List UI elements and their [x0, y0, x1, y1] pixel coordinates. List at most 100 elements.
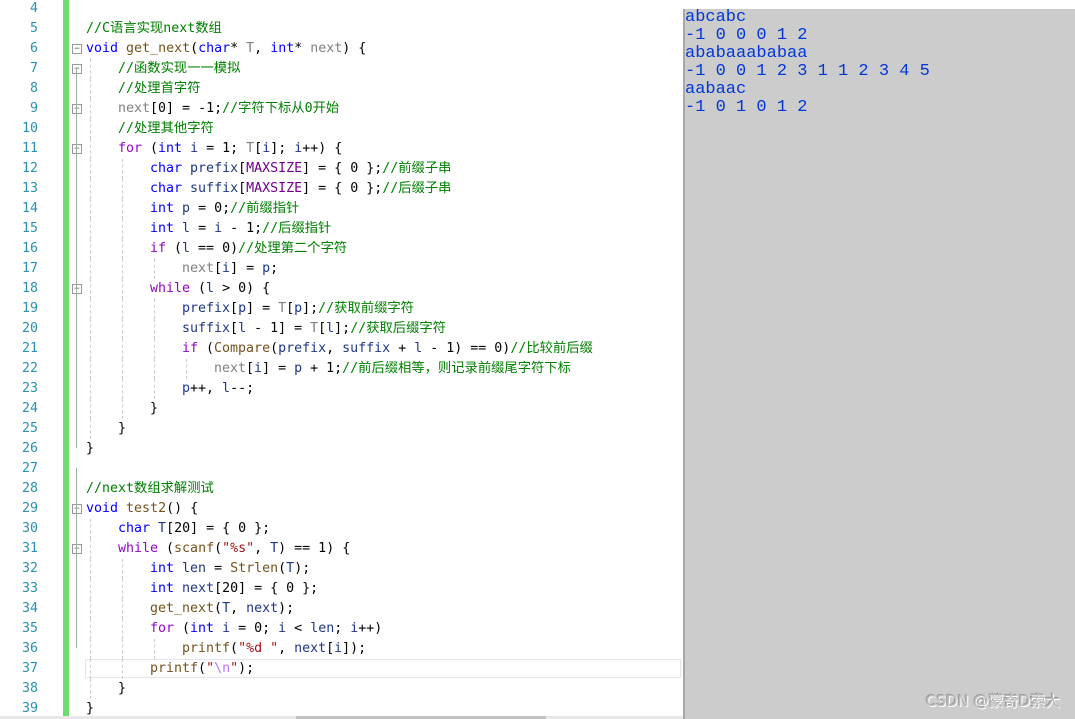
code-token: } [118, 421, 127, 436]
code-editor[interactable]: 4 5//C语言实现next数组 6− void get_next(char* T, … [0, 0, 683, 719]
code-token: get_next [126, 41, 191, 56]
code-token: i [278, 621, 287, 636]
indent-guide [122, 399, 123, 419]
code-line[interactable]: int l = i - 1;//后缀指针 [150, 219, 331, 239]
code-token: - 1) == 0) [422, 341, 511, 356]
code-line[interactable]: if (Compare(prefix, suffix + l - 1) == 0… [182, 339, 593, 359]
code-line[interactable]: for (int i = 0; i < len; i++) [150, 619, 382, 639]
code-token: next [246, 601, 279, 616]
collapse-toggle-icon[interactable]: − [72, 284, 82, 294]
code-token: > 0) { [214, 281, 271, 296]
code-line[interactable]: } [118, 419, 126, 439]
code-token: [ [326, 641, 335, 656]
code-line[interactable]: //C语言实现next数组 [86, 19, 222, 39]
code-line[interactable]: if (l == 0)//处理第二个字符 [150, 239, 347, 259]
code-line[interactable]: } [150, 399, 158, 419]
code-line[interactable]: int next[20] = { 0 }; [150, 579, 318, 599]
code-token: = 1; [198, 141, 247, 156]
code-line[interactable]: char suffix[MAXSIZE] = { 0 };//后缀子串 [150, 179, 451, 199]
collapse-toggle-icon[interactable]: − [72, 544, 82, 554]
line-number: 34 [21, 601, 38, 616]
line-number: 19 [21, 301, 38, 316]
collapse-toggle-icon[interactable]: − [72, 144, 82, 154]
indent-guide [154, 299, 155, 319]
code-token: //获取后缀字符 [350, 321, 446, 336]
line-number: 10 [21, 121, 38, 136]
code-token: l [182, 241, 191, 256]
code-token: //前缀子串 [382, 161, 452, 176]
code-token: [ [318, 321, 327, 336]
collapse-toggle-icon[interactable]: − [72, 504, 82, 514]
indent-guide [122, 559, 123, 579]
code-token: } [86, 701, 95, 716]
code-token: T [246, 141, 255, 156]
code-line[interactable]: int len = Strlen(T); [150, 559, 310, 579]
indent-guide [90, 339, 91, 359]
line-number: 27 [21, 461, 38, 476]
code-token: [ [246, 361, 255, 376]
collapse-toggle-icon[interactable]: − [72, 44, 82, 54]
code-line[interactable]: //next数组求解测试 [86, 479, 214, 499]
line-number: 13 [21, 181, 38, 196]
indent-guide [154, 639, 155, 659]
indent-guide [90, 379, 91, 399]
code-token: () { [166, 501, 199, 516]
code-token: i [222, 621, 231, 636]
indent-guide [122, 219, 123, 239]
code-token: prefix [278, 341, 327, 356]
code-token: i [334, 641, 343, 656]
code-line[interactable]: int p = 0;//前缀指针 [150, 199, 299, 219]
line-number: 4 [29, 1, 38, 16]
code-line[interactable]: for (int i = 1; T[i]; i++) { [118, 139, 342, 159]
code-line[interactable]: printf("\n"); [150, 659, 254, 679]
indent-guide [90, 359, 91, 379]
code-line[interactable]: //函数实现一一模拟 [118, 59, 240, 79]
code-line[interactable]: //处理其他字符 [118, 119, 214, 139]
line-number: 37 [21, 661, 38, 676]
code-line[interactable]: //处理首字符 [118, 79, 201, 99]
code-token: ( [214, 601, 223, 616]
code-line[interactable]: } [118, 679, 126, 699]
code-token: p [182, 381, 191, 396]
code-line[interactable]: printf("%d ", next[i]); [182, 639, 366, 659]
code-token: while [150, 281, 191, 296]
indent-guide [122, 259, 123, 279]
code-line[interactable]: next[i] = p; [182, 259, 278, 279]
code-line[interactable]: next[0] = -1;//字符下标从0开始 [118, 99, 339, 119]
code-line[interactable]: void test2() { [86, 499, 198, 519]
collapse-toggle-icon[interactable]: − [72, 64, 82, 74]
code-line[interactable]: void get_next(char* T, int* next) { [86, 39, 366, 59]
code-line[interactable]: p++, l--; [182, 379, 254, 399]
code-token: , [254, 541, 271, 556]
console-output-window[interactable]: abcabc -1 0 0 0 1 2 ababaaababaa -1 0 0 1 2… [683, 9, 1075, 719]
code-token: i [262, 141, 271, 156]
code-token: i [222, 261, 231, 276]
code-line[interactable]: while (l > 0) { [150, 279, 270, 299]
line-number: 18 [21, 281, 38, 296]
code-line[interactable]: get_next(T, next); [150, 599, 294, 619]
code-token: next [118, 101, 151, 116]
code-line[interactable]: } [86, 439, 94, 459]
code-token: int [270, 41, 295, 56]
code-token: l [238, 321, 247, 336]
code-token: while [118, 541, 159, 556]
code-token: int [150, 221, 175, 236]
code-token: [0] = -1; [150, 101, 223, 116]
code-token: ( [198, 661, 207, 676]
code-line[interactable]: char prefix[MAXSIZE] = { 0 };//前缀子串 [150, 159, 451, 179]
code-token: ]; [302, 301, 319, 316]
code-line[interactable]: char T[20] = { 0 }; [118, 519, 270, 539]
code-line[interactable]: prefix[p] = T[p];//获取前缀字符 [182, 299, 414, 319]
code-token: //处理其他字符 [118, 121, 214, 136]
indent-guide [90, 519, 91, 539]
code-line[interactable]: suffix[l - 1] = T[l];//获取后缀字符 [182, 319, 446, 339]
code-token: ( [214, 541, 223, 556]
code-line[interactable]: next[i] = p + 1;//前后缀相等，则记录前缀尾字符下标 [214, 359, 571, 379]
code-line[interactable]: while (scanf("%s", T) == 1) { [118, 539, 350, 559]
collapse-toggle-icon[interactable]: − [72, 104, 82, 114]
code-token: //比较前后缀 [510, 341, 593, 356]
